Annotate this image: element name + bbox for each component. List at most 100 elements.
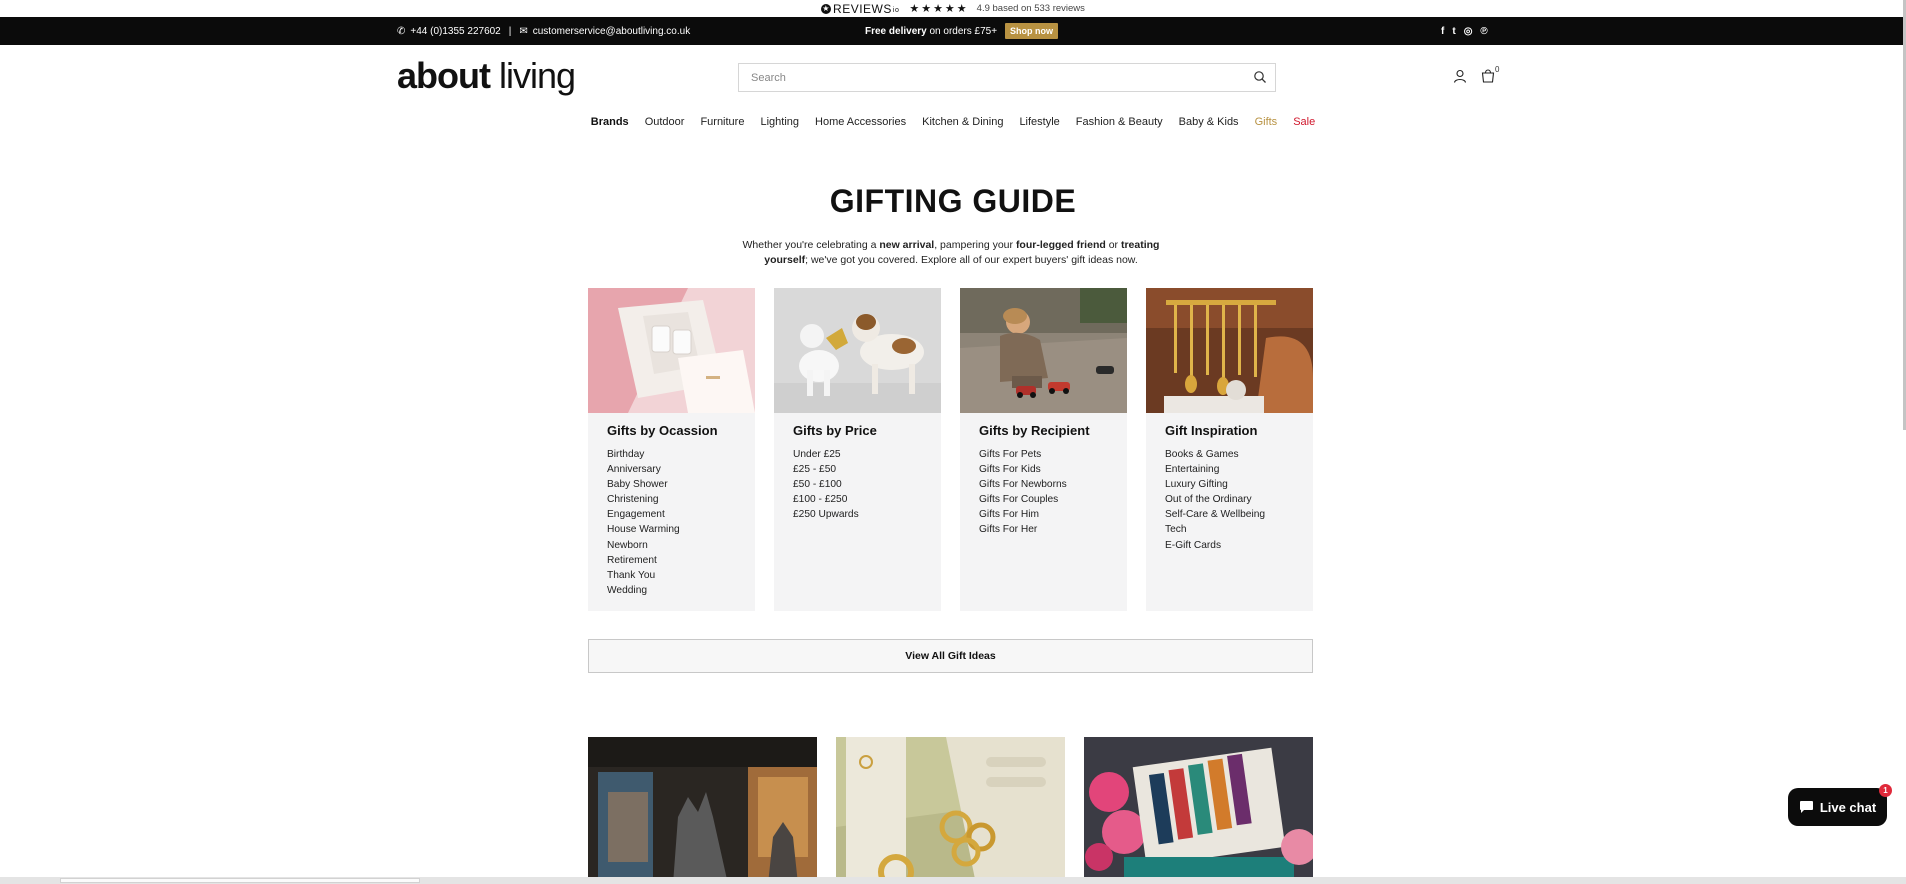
gift-link[interactable]: Birthday bbox=[607, 447, 680, 462]
gift-link[interactable]: Under £25 bbox=[793, 447, 859, 462]
nav-item-furniture[interactable]: Furniture bbox=[700, 116, 744, 132]
gift-link[interactable]: £25 - £50 bbox=[793, 462, 859, 477]
candle-gift-set-image[interactable] bbox=[588, 288, 755, 413]
intro-text: Whether you're celebrating a bbox=[742, 239, 880, 251]
gift-link[interactable]: E-Gift Cards bbox=[1165, 538, 1265, 553]
search-icon[interactable] bbox=[1253, 70, 1267, 84]
phone-icon: ✆ bbox=[397, 25, 406, 37]
card-title: Gifts by Recipient bbox=[979, 423, 1090, 438]
card-links: Books & Games Entertaining Luxury Giftin… bbox=[1165, 447, 1265, 553]
promo-text: on orders £75+ bbox=[926, 25, 998, 37]
card-title: Gifts by Ocassion bbox=[607, 423, 718, 438]
nav-item-fashion-beauty[interactable]: Fashion & Beauty bbox=[1076, 116, 1163, 132]
gift-link[interactable]: Gifts For Her bbox=[979, 522, 1067, 537]
intro-text: or bbox=[1105, 239, 1121, 251]
child-toy-cars-image[interactable] bbox=[960, 288, 1127, 413]
mail-icon: ✉ bbox=[519, 25, 528, 37]
nav-item-outdoor[interactable]: Outdoor bbox=[645, 116, 685, 132]
nav-item-baby-kids[interactable]: Baby & Kids bbox=[1179, 116, 1239, 132]
nav-item-lighting[interactable]: Lighting bbox=[760, 116, 799, 132]
email-link[interactable]: customerservice@aboutliving.co.uk bbox=[533, 26, 690, 37]
contact-separator: | bbox=[508, 25, 512, 37]
page-title: GIFTING GUIDE bbox=[829, 183, 1077, 219]
reviews-logo-suffix: io bbox=[892, 7, 900, 14]
instagram-icon[interactable]: ◎ bbox=[1464, 26, 1473, 37]
logo-bold: about bbox=[397, 55, 491, 96]
nav-item-brands[interactable]: Brands bbox=[591, 116, 629, 132]
gift-link[interactable]: House Warming bbox=[607, 522, 680, 537]
logo-light: living bbox=[489, 55, 576, 96]
account-icon[interactable] bbox=[1453, 69, 1467, 83]
gift-link[interactable]: Christening bbox=[607, 492, 680, 507]
shop-now-button[interactable]: Shop now bbox=[1005, 23, 1059, 39]
horizontal-scrollbar[interactable] bbox=[0, 877, 1906, 884]
gift-link[interactable]: Thank You bbox=[607, 568, 680, 583]
card-title: Gift Inspiration bbox=[1165, 423, 1258, 438]
gift-link[interactable]: Gifts For Newborns bbox=[979, 477, 1067, 492]
gift-link[interactable]: Retirement bbox=[607, 553, 680, 568]
card-links: Under £25 £25 - £50 £50 - £100 £100 - £2… bbox=[793, 447, 859, 522]
gift-link[interactable]: Baby Shower bbox=[607, 477, 680, 492]
twitter-icon[interactable]: t bbox=[1452, 26, 1455, 37]
view-all-gift-ideas-button[interactable]: View All Gift Ideas bbox=[588, 639, 1313, 673]
phone-link[interactable]: +44 (0)1355 227602 bbox=[410, 26, 500, 37]
rating-stars-icon: ★★★★★ bbox=[909, 3, 969, 15]
nav-item-home-accessories[interactable]: Home Accessories bbox=[815, 116, 906, 132]
promo-tile-jewellery-box[interactable] bbox=[836, 737, 1065, 884]
promo-tile-gift-set[interactable] bbox=[1084, 737, 1313, 884]
intro-text: ; we've got you covered. Explore all of … bbox=[805, 254, 1138, 266]
cart-icon[interactable] bbox=[1481, 68, 1495, 83]
social-links: f t ◎ ℗ bbox=[1441, 17, 1488, 45]
promo-tile-hand-ornament[interactable] bbox=[588, 737, 817, 884]
nav-item-lifestyle[interactable]: Lifestyle bbox=[1019, 116, 1059, 132]
live-chat-label: Live chat bbox=[1819, 799, 1877, 815]
card-links: Gifts For Pets Gifts For Kids Gifts For … bbox=[979, 447, 1067, 538]
gift-link[interactable]: £50 - £100 bbox=[793, 477, 859, 492]
nav-item-kitchen-dining[interactable]: Kitchen & Dining bbox=[922, 116, 1003, 132]
scrollbar-thumb[interactable] bbox=[60, 878, 420, 883]
gift-card-inspiration: Gift Inspiration Books & Games Entertain… bbox=[1146, 288, 1313, 611]
reviews-io-logo: ★ REVIEWS io bbox=[821, 2, 899, 16]
search-input[interactable] bbox=[739, 64, 1239, 91]
page: ★ REVIEWS io ★★★★★ 4.9 based on 533 revi… bbox=[0, 0, 1906, 884]
delivery-promo: Free delivery on orders £75+ Shop now bbox=[865, 17, 1059, 45]
facebook-icon[interactable]: f bbox=[1441, 26, 1444, 37]
gift-link[interactable]: Out of the Ordinary bbox=[1165, 492, 1265, 507]
chat-notification-badge: 1 bbox=[1879, 784, 1892, 797]
cart-count: 0 bbox=[1495, 65, 1500, 74]
gift-link[interactable]: Gifts For Kids bbox=[979, 462, 1067, 477]
gift-link[interactable]: Gifts For Pets bbox=[979, 447, 1067, 462]
gift-card-occasion: Gifts by Ocassion Birthday Anniversary B… bbox=[588, 288, 755, 611]
gold-cutlery-image[interactable] bbox=[1146, 288, 1313, 413]
chat-bubble-icon bbox=[1799, 801, 1813, 813]
intro-text: , pampering your bbox=[934, 239, 1016, 251]
gift-link[interactable]: Luxury Gifting bbox=[1165, 477, 1265, 492]
intro-highlight: four-legged friend bbox=[1015, 239, 1106, 251]
nav-item-sale[interactable]: Sale bbox=[1293, 116, 1315, 132]
guide-intro: Whether you're celebrating a new arrival… bbox=[742, 238, 1160, 268]
pinterest-icon[interactable]: ℗ bbox=[1480, 26, 1487, 37]
gift-link[interactable]: £100 - £250 bbox=[793, 492, 859, 507]
intro-highlight: new arrival bbox=[879, 239, 935, 251]
gift-link[interactable]: Engagement bbox=[607, 507, 680, 522]
reviews-strip[interactable]: ★ REVIEWS io ★★★★★ 4.9 based on 533 revi… bbox=[0, 0, 1906, 17]
site-logo[interactable]: about living bbox=[397, 55, 576, 97]
gift-link[interactable]: Books & Games bbox=[1165, 447, 1265, 462]
card-links: Birthday Anniversary Baby Shower Christe… bbox=[607, 447, 680, 598]
gift-link[interactable]: £250 Upwards bbox=[793, 507, 859, 522]
gift-link[interactable]: Newborn bbox=[607, 538, 680, 553]
gift-link[interactable]: Gifts For Him bbox=[979, 507, 1067, 522]
nav-item-gifts[interactable]: Gifts bbox=[1255, 116, 1278, 132]
announcement-bar: ✆ +44 (0)1355 227602 | ✉ customerservice… bbox=[0, 17, 1906, 45]
gift-link[interactable]: Anniversary bbox=[607, 462, 680, 477]
gift-link[interactable]: Tech bbox=[1165, 522, 1265, 537]
gift-link[interactable]: Entertaining bbox=[1165, 462, 1265, 477]
gift-link[interactable]: Gifts For Couples bbox=[979, 492, 1067, 507]
gift-card-recipient: Gifts by Recipient Gifts For Pets Gifts … bbox=[960, 288, 1127, 611]
live-chat-button[interactable]: Live chat bbox=[1788, 788, 1887, 826]
gift-link[interactable]: Self-Care & Wellbeing bbox=[1165, 507, 1265, 522]
main-nav: Brands Outdoor Furniture Lighting Home Acces… bbox=[0, 116, 1906, 132]
gift-link[interactable]: Wedding bbox=[607, 583, 680, 598]
reviews-summary: 4.9 based on 533 reviews bbox=[976, 3, 1085, 14]
dog-ornament-image[interactable] bbox=[774, 288, 941, 413]
